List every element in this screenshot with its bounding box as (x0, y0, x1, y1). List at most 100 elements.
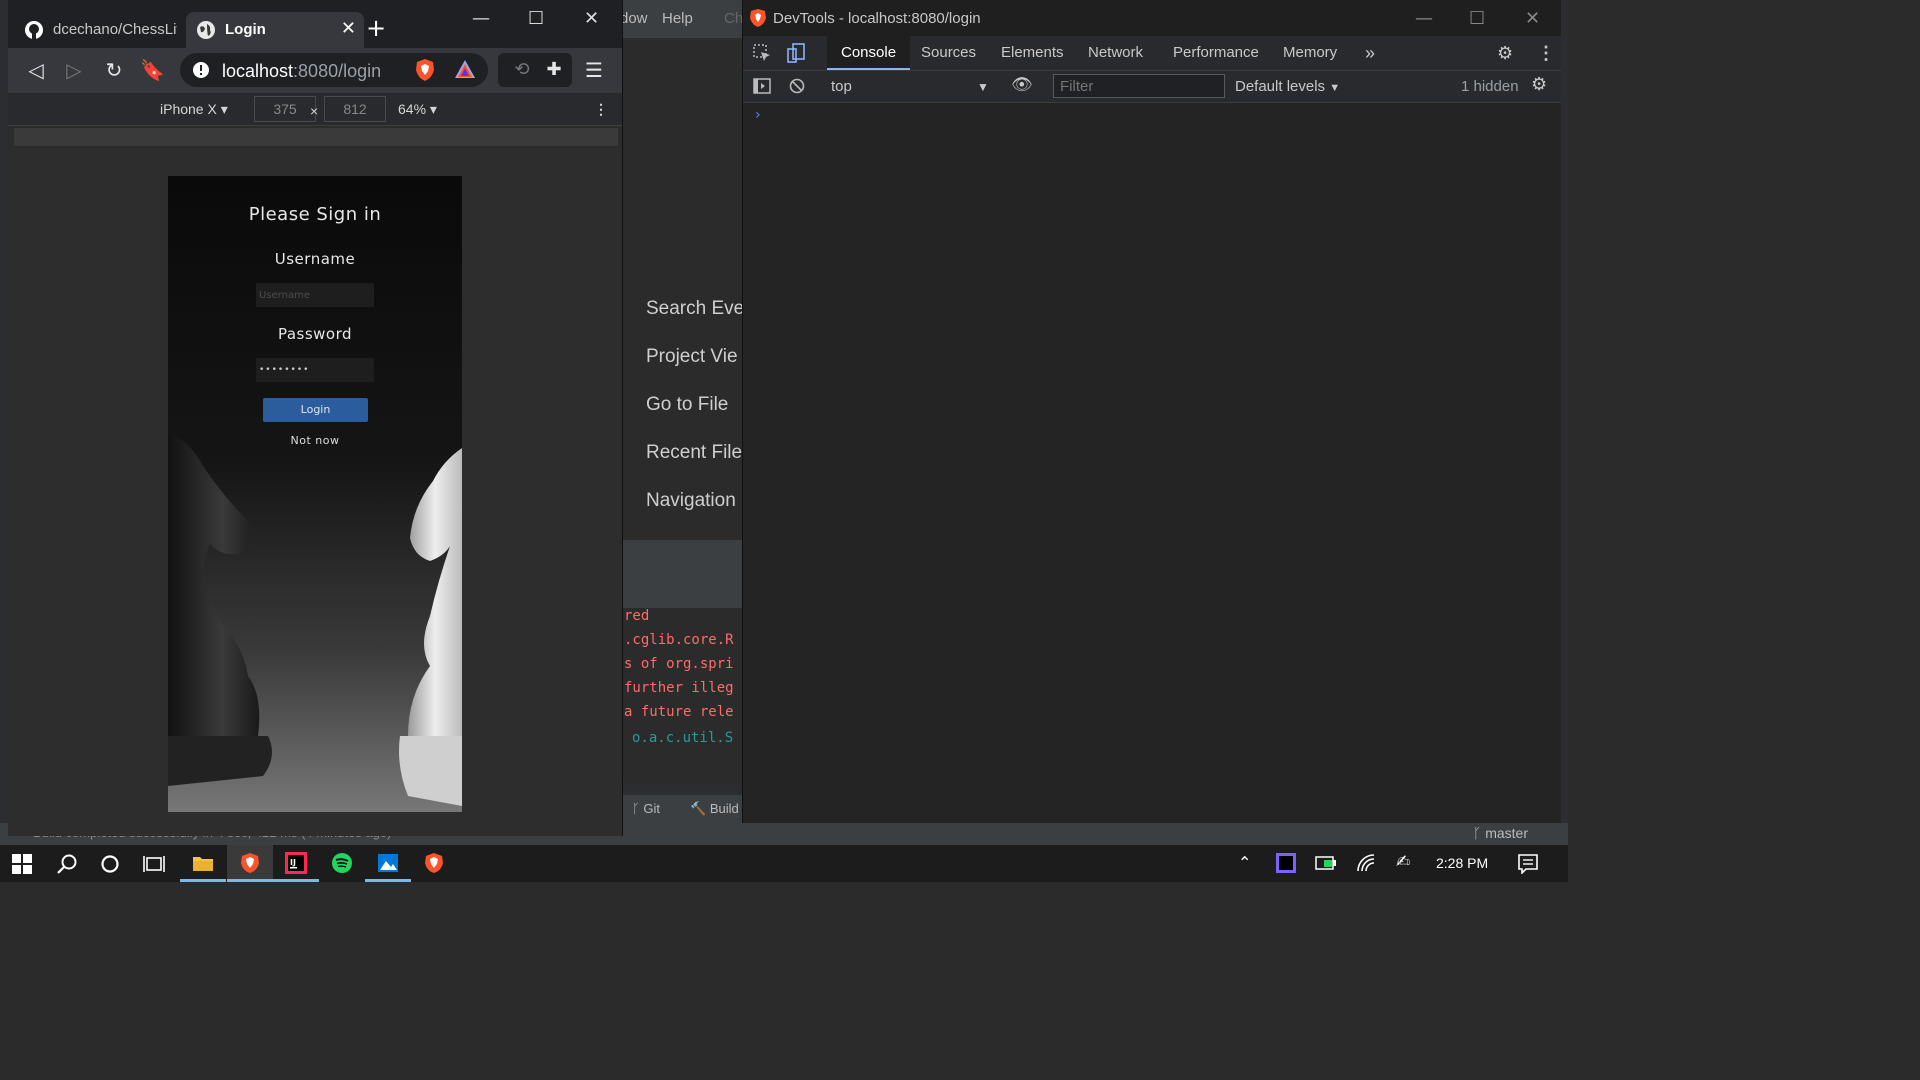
wifi-icon[interactable] (1356, 853, 1376, 873)
device-select[interactable]: iPhone X ▾ (160, 101, 228, 118)
minimize-icon[interactable]: — (1415, 8, 1433, 29)
tab-close-icon[interactable]: ✕ (341, 18, 356, 39)
welcome-search-everywhere[interactable]: Search Eve (646, 298, 742, 320)
battery-icon[interactable] (1315, 855, 1337, 871)
svg-text:IJ: IJ (290, 858, 296, 867)
more-options-icon[interactable]: ⋮ (594, 101, 608, 118)
forward-icon[interactable]: ▷ (62, 58, 86, 82)
log-line: s of org.spri (624, 656, 734, 672)
clear-console-icon[interactable] (789, 78, 805, 94)
password-input[interactable]: •••••••• (256, 358, 374, 382)
sync-icon[interactable]: ⟲ (510, 58, 534, 82)
device-toggle-icon[interactable] (787, 43, 805, 63)
menu-icon[interactable]: ☰ (582, 58, 606, 82)
git-icon: ᚴ (632, 801, 644, 816)
console-output[interactable]: › (743, 103, 1561, 823)
more-tabs-icon[interactable]: » (1351, 36, 1389, 70)
back-icon[interactable]: ◁ (24, 58, 48, 82)
clock[interactable]: 2:28 PM (1436, 855, 1488, 871)
inspect-element-icon[interactable] (753, 44, 771, 62)
new-tab-icon[interactable]: + (366, 14, 386, 42)
file-explorer-app[interactable] (180, 845, 226, 882)
welcome-recent-files[interactable]: Recent File (646, 442, 742, 464)
search-icon[interactable] (56, 853, 78, 875)
git-branch-widget[interactable]: ᚴ master (1473, 825, 1528, 841)
spotify-app[interactable] (319, 845, 365, 882)
brave-rewards-icon[interactable] (454, 59, 476, 79)
tab-login[interactable]: Login ✕ (186, 12, 364, 48)
emulated-page: Please Sign in Username Password •••••••… (168, 176, 462, 812)
intellij-icon: IJ (285, 852, 307, 874)
windows-taskbar: IJ ⌃ ✍ 2:28 PM (0, 845, 1568, 882)
intellij-tray-icon[interactable] (1276, 853, 1296, 873)
tab-performance[interactable]: Performance (1159, 36, 1273, 70)
browser-window: dcechano/ChessLiv Login ✕ + — ☐ ✕ ◁ ▷ ↻ … (8, 0, 623, 836)
device-toolbar: iPhone X ▾ 375 × 812 64% ▾ ⋮ (8, 93, 622, 126)
menu-window[interactable]: dow (620, 10, 648, 27)
bookmark-icon[interactable]: 🔖 (140, 58, 165, 82)
not-now-link[interactable]: Not now (168, 434, 462, 447)
console-prompt[interactable]: › (755, 107, 761, 123)
log-levels-select[interactable]: Default levels ▼ (1235, 78, 1340, 95)
context-dropdown-icon[interactable]: ▼ (977, 80, 989, 94)
windows-start-icon[interactable] (12, 854, 32, 874)
tab-console[interactable]: Console (827, 36, 911, 70)
photos-app[interactable] (365, 845, 411, 882)
welcome-project-view[interactable]: Project Vie (646, 346, 738, 368)
ide-run-console: red .cglib.core.R s of org.spri further … (622, 608, 742, 783)
brave-dev-app[interactable] (411, 845, 457, 882)
welcome-go-to-file[interactable]: Go to File (646, 394, 728, 416)
pen-icon[interactable]: ✍ (1396, 852, 1410, 872)
brave-shields-icon[interactable] (414, 58, 436, 82)
console-settings-icon[interactable]: ⚙ (1531, 74, 1547, 95)
dimension-separator: × (310, 103, 319, 119)
minimize-icon[interactable]: — (472, 8, 490, 29)
zoom-select[interactable]: 64% ▾ (398, 101, 437, 118)
username-input[interactable] (256, 283, 374, 307)
info-icon[interactable] (192, 61, 210, 79)
log-line: red (624, 608, 650, 624)
media-query-bar[interactable] (14, 128, 618, 146)
eye-icon[interactable]: 👁 (1011, 75, 1033, 95)
password-label: Password (277, 325, 353, 343)
notifications-icon[interactable] (1518, 854, 1538, 874)
tab-github[interactable]: dcechano/ChessLiv (14, 12, 186, 48)
tab-network[interactable]: Network (1074, 36, 1157, 70)
github-icon (25, 21, 43, 39)
viewport-height-input[interactable]: 812 (324, 96, 386, 122)
close-icon[interactable]: ✕ (584, 8, 599, 29)
settings-gear-icon[interactable]: ⚙ (1483, 36, 1527, 70)
maximize-icon[interactable]: ☐ (1469, 8, 1485, 29)
maximize-icon[interactable]: ☐ (528, 8, 544, 29)
address-bar[interactable]: localhost:8080/login (180, 53, 488, 87)
folder-icon (193, 857, 213, 871)
menu-help[interactable]: Help (662, 10, 693, 27)
photos-icon (378, 854, 398, 872)
intellij-app[interactable]: IJ (273, 845, 319, 882)
viewport-width-input[interactable]: 375 (254, 96, 316, 122)
sidebar-toggle-icon[interactable] (753, 78, 771, 94)
extensions-icon[interactable]: ✚ (542, 58, 566, 82)
task-view-icon[interactable] (143, 854, 165, 874)
console-filter-bar: top ▼ 👁 Default levels ▼ 1 hidden ⚙ (743, 71, 1561, 103)
tab-elements[interactable]: Elements (987, 36, 1078, 70)
console-filter-input[interactable] (1053, 74, 1225, 98)
welcome-navigation[interactable]: Navigation (646, 490, 736, 512)
menu-partial[interactable]: Ch (724, 10, 743, 27)
git-tool-tab[interactable]: ᚴ Git (632, 801, 660, 816)
tab-sources[interactable]: Sources (907, 36, 990, 70)
build-tool-tab[interactable]: 🔨 Build (690, 801, 739, 817)
show-hidden-icons-icon[interactable]: ⌃ (1238, 853, 1251, 872)
log-line: further illeg (624, 680, 734, 696)
brave-app[interactable] (227, 845, 273, 882)
tab-memory[interactable]: Memory (1269, 36, 1351, 70)
cortana-icon[interactable] (100, 854, 120, 874)
customize-menu-icon[interactable]: ⋮ (1523, 36, 1569, 70)
branch-icon: ᚴ (1472, 825, 1486, 841)
login-button[interactable]: Login (263, 398, 368, 422)
close-icon[interactable]: ✕ (1525, 8, 1540, 29)
context-select[interactable]: top (831, 78, 852, 95)
tab-label: dcechano/ChessLiv (53, 21, 177, 38)
devtools-title: DevTools - localhost:8080/login (773, 10, 981, 27)
reload-icon[interactable]: ↻ (102, 58, 126, 82)
